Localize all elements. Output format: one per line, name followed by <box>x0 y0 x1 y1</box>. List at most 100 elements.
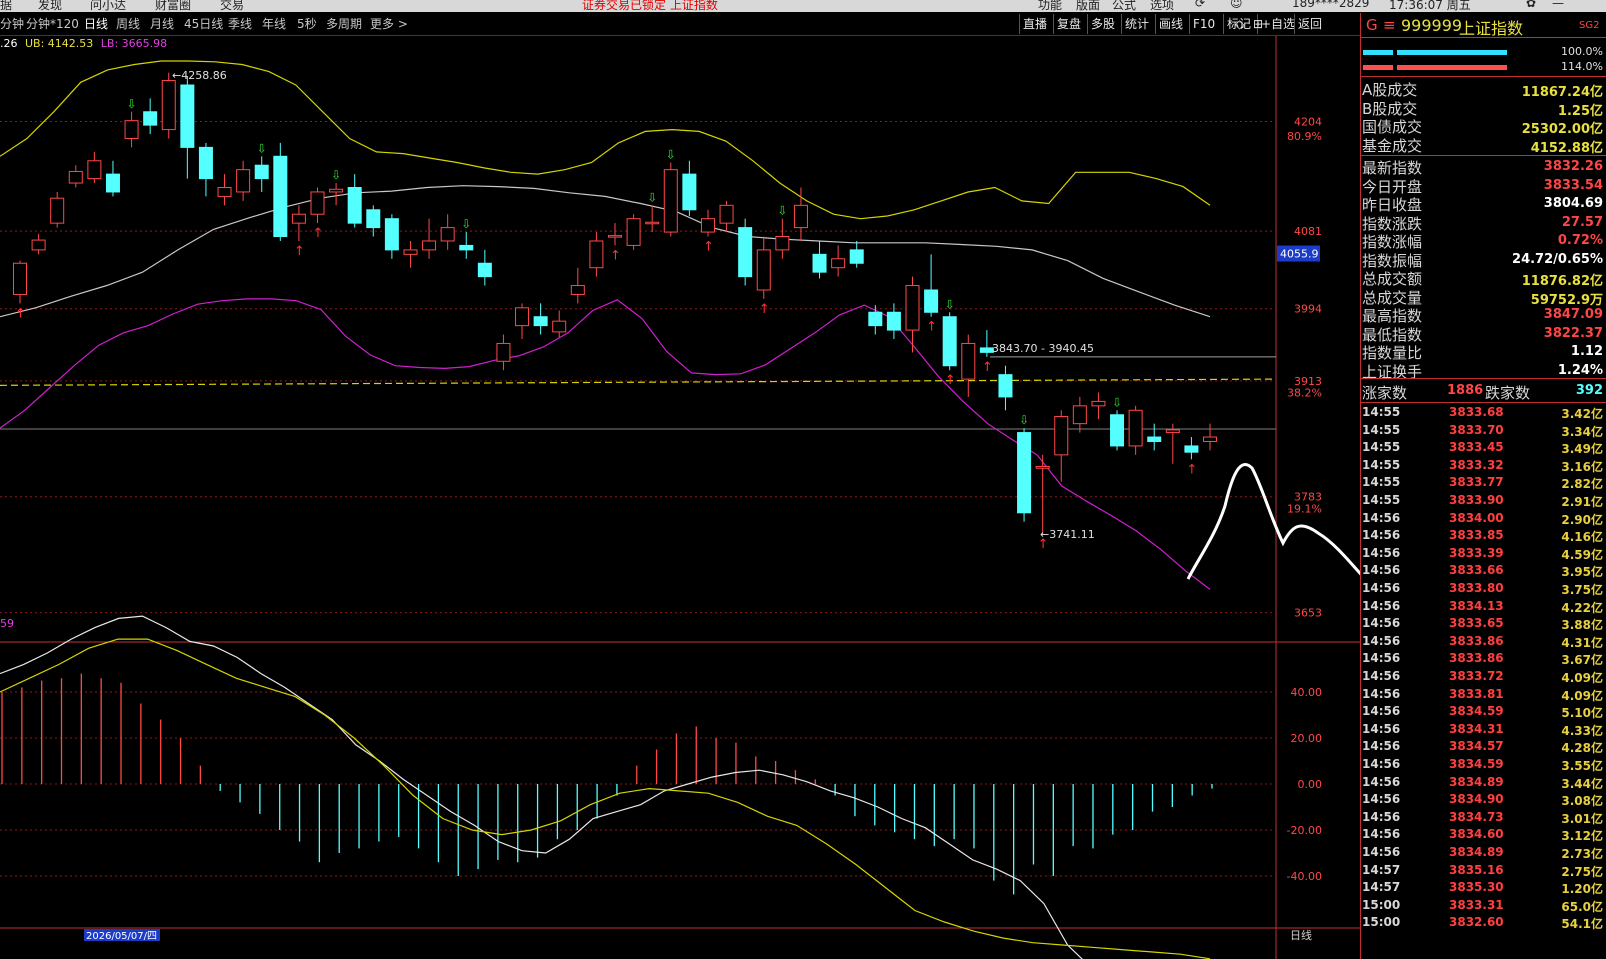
candle <box>924 254 939 317</box>
tick-amount: 2.91亿 <box>1561 495 1603 509</box>
menu-item-function[interactable]: 功能 <box>1038 0 1062 12</box>
tick-time: 14:56 <box>1362 545 1401 560</box>
menu-item-options[interactable]: 选项 <box>1150 0 1174 12</box>
kline-chart[interactable]: ↑↑↑↑↑↑↑↑↑↑↑⇩⇩⇩⇩⇩⇩⇩⇩⇩⇩ 420480.9%408139943… <box>0 36 1360 959</box>
candle <box>459 232 474 259</box>
tick-row[interactable]: 14:56 3833.86 4.31亿 <box>1361 632 1606 650</box>
tick-amount: 3.95亿 <box>1561 565 1603 580</box>
candle <box>756 236 771 299</box>
tick-row[interactable]: 14:56 3834.13 4.22亿 <box>1361 597 1606 615</box>
stats-button[interactable]: 统计 <box>1121 14 1152 34</box>
candle-body <box>347 187 362 224</box>
menu-item-discover[interactable]: 发现 <box>38 0 62 12</box>
draw-line-button[interactable]: 画线 <box>1155 14 1186 34</box>
menu-lines-icon[interactable]: ≡ <box>1383 16 1396 34</box>
user-icon[interactable]: ☺ <box>1230 0 1243 10</box>
tick-amount: 2.75亿 <box>1561 864 1603 879</box>
price-tick-label: 3994 <box>1294 303 1322 316</box>
refresh-icon[interactable]: ⟳ <box>1195 0 1205 10</box>
stock-code: 999999 <box>1401 16 1463 35</box>
tick-amount: 4.16亿 <box>1561 530 1603 545</box>
candle <box>831 245 846 277</box>
grid-icon[interactable]: ⊞ <box>1250 14 1266 34</box>
tick-price: 3834.00 <box>1449 510 1504 525</box>
tab-yearly[interactable]: 年线 <box>262 15 286 32</box>
tab-monthly[interactable]: 月线 <box>150 15 174 32</box>
f10-button[interactable]: F10 <box>1189 14 1218 34</box>
tick-row[interactable]: 14:56 3833.39 4.59亿 <box>1361 544 1606 562</box>
minimize-icon[interactable]: — <box>1552 0 1564 10</box>
tab-quarterly[interactable]: 季线 <box>228 15 252 32</box>
tick-row[interactable]: 14:56 3833.65 3.88亿 <box>1361 614 1606 632</box>
menu-item-trade[interactable]: 交易 <box>220 0 244 12</box>
stat-row: 上证换手 1.24% <box>1361 361 1606 381</box>
tab-minute[interactable]: 分钟 <box>0 15 24 32</box>
tick-row[interactable]: 14:55 3833.90 2.91亿 <box>1361 491 1606 509</box>
replay-button[interactable]: 复盘 <box>1053 14 1084 34</box>
tick-row[interactable]: 14:56 3833.86 3.67亿 <box>1361 649 1606 667</box>
tick-time: 14:56 <box>1362 633 1401 648</box>
tick-row[interactable]: 14:56 3833.80 3.75亿 <box>1361 579 1606 597</box>
tick-row[interactable]: 14:56 3834.89 2.73亿 <box>1361 843 1606 861</box>
tick-row[interactable]: 14:57 3835.16 2.75亿 <box>1361 861 1606 879</box>
tick-amount: 4.59亿 <box>1561 547 1603 562</box>
fib-dashed-line <box>0 378 1276 386</box>
candle-body <box>831 258 846 269</box>
tab-more[interactable]: 更多 > <box>370 15 408 32</box>
tick-row[interactable]: 14:56 3834.73 3.01亿 <box>1361 808 1606 826</box>
tick-time: 14:56 <box>1362 757 1401 771</box>
tick-price: 3833.72 <box>1449 669 1504 683</box>
down-count: 392 <box>1575 383 1603 398</box>
tick-row[interactable]: 14:55 3833.77 2.82亿 <box>1361 473 1606 491</box>
back-button[interactable]: 返回 <box>1294 14 1325 34</box>
menu-item-fortune[interactable]: 财富圈 <box>155 0 191 12</box>
tick-row[interactable]: 14:56 3833.81 4.09亿 <box>1361 685 1606 703</box>
tick-row[interactable]: 14:56 3834.89 3.44亿 <box>1361 773 1606 791</box>
tab-5sec[interactable]: 5秒 <box>297 15 317 32</box>
tick-row[interactable]: 14:56 3834.59 5.10亿 <box>1361 702 1606 720</box>
tick-row[interactable]: 14:56 3833.85 4.16亿 <box>1361 526 1606 544</box>
tick-amount: 65.0亿 <box>1561 899 1603 914</box>
candle-body <box>1072 405 1087 425</box>
macd-tick-label: 0.00 <box>1298 778 1323 791</box>
candle-body <box>738 227 753 278</box>
tick-row[interactable]: 14:56 3834.00 2.90亿 <box>1361 509 1606 527</box>
tick-row[interactable]: 15:00 3832.60 54.1亿 <box>1361 913 1606 931</box>
tab-minute-120[interactable]: 分钟*120 <box>26 15 79 32</box>
tab-multi-period[interactable]: 多周期 <box>326 15 362 32</box>
menu-item-formula[interactable]: 公式 <box>1112 0 1136 12</box>
tick-row[interactable]: 14:57 3835.30 1.20亿 <box>1361 878 1606 896</box>
tick-row[interactable]: 15:00 3833.31 65.0亿 <box>1361 896 1606 914</box>
menu-item-layout[interactable]: 版面 <box>1076 0 1100 12</box>
tick-price: 3833.70 <box>1449 422 1504 437</box>
tick-row[interactable]: 14:56 3834.57 4.28亿 <box>1361 737 1606 755</box>
tick-row[interactable]: 14:56 3834.60 3.12亿 <box>1361 825 1606 843</box>
tick-row[interactable]: 14:56 3834.90 3.08亿 <box>1361 790 1606 808</box>
diamond-icon[interactable]: ◇ <box>1232 14 1247 34</box>
menu-item-0[interactable]: 据 <box>0 0 12 12</box>
tab-weekly[interactable]: 周线 <box>116 15 140 32</box>
settings-icon[interactable]: ✿ <box>1526 0 1536 10</box>
tick-row[interactable]: 14:55 3833.32 3.16亿 <box>1361 456 1606 474</box>
candle-body <box>1165 429 1180 434</box>
tick-row[interactable]: 14:56 3833.66 3.95亿 <box>1361 561 1606 579</box>
menu-item-wenxiaoda[interactable]: 问小达 <box>90 0 126 12</box>
tick-row[interactable]: 14:56 3834.59 3.55亿 <box>1361 755 1606 773</box>
candle-body <box>1128 409 1143 447</box>
tick-price: 3835.30 <box>1449 880 1504 895</box>
tick-row[interactable]: 14:55 3833.70 3.34亿 <box>1361 421 1606 439</box>
tick-row[interactable]: 14:56 3833.72 4.09亿 <box>1361 667 1606 685</box>
candle-body <box>1054 416 1069 456</box>
multi-stock-button[interactable]: 多股 <box>1087 14 1118 34</box>
live-button[interactable]: 直播 <box>1019 14 1050 34</box>
tab-daily[interactable]: 日线 <box>84 15 108 32</box>
low-annotation: ←3741.11 <box>1040 528 1095 541</box>
tick-row[interactable]: 14:55 3833.45 3.49亿 <box>1361 438 1606 456</box>
stat-row: 总成交量 59752.9万 <box>1361 287 1606 308</box>
tick-amount: 3.12亿 <box>1561 829 1603 844</box>
buy-arrow-icon: ↑ <box>294 244 305 259</box>
tab-45day[interactable]: 45日线 <box>184 15 223 32</box>
tick-row[interactable]: 14:55 3833.68 3.42亿 <box>1361 403 1606 421</box>
tick-time: 14:56 <box>1362 510 1401 525</box>
tick-row[interactable]: 14:56 3834.31 4.33亿 <box>1361 720 1606 738</box>
